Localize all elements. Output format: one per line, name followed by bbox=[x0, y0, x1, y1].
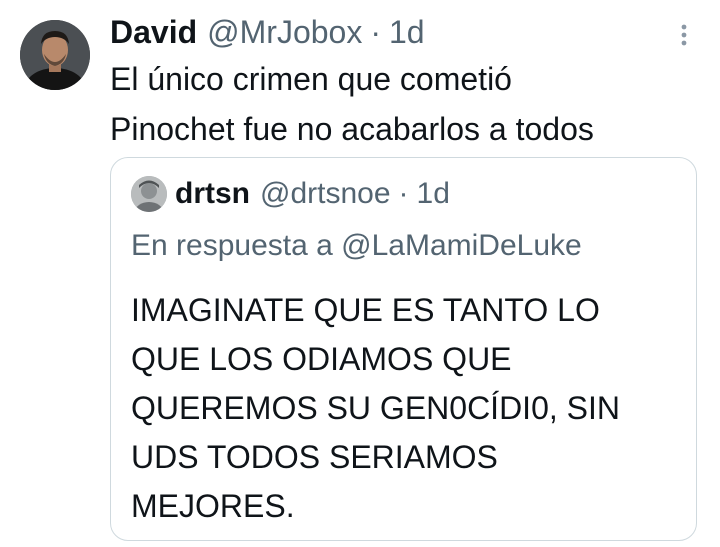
quoted-text-line: QUE LOS ODIAMOS QUE bbox=[131, 341, 512, 377]
avatar-photo-icon bbox=[20, 20, 90, 90]
quoted-header: drtsn @drtsnoe · 1d bbox=[175, 174, 450, 214]
quoted-text: IMAGINATE QUE ES TANTO LO QUE LOS ODIAMO… bbox=[131, 286, 681, 531]
tweet-header: David @MrJobox · 1d bbox=[110, 10, 425, 54]
quoted-text-line: QUEREMOS SU GEN0CÍDI0, SIN bbox=[131, 390, 620, 426]
separator-dot: · bbox=[370, 14, 381, 50]
quoted-avatar[interactable] bbox=[131, 176, 167, 212]
avatar[interactable] bbox=[20, 20, 90, 90]
quoted-timestamp[interactable]: 1d bbox=[417, 174, 450, 214]
tweet-text-line: El único crimen que cometió bbox=[110, 61, 512, 97]
quoted-avatar-photo-icon bbox=[131, 176, 167, 212]
quoted-text-line: IMAGINATE QUE ES TANTO LO bbox=[131, 292, 600, 328]
reply-mention[interactable]: @LaMamiDeLuke bbox=[341, 229, 582, 262]
quoted-author-name[interactable]: drtsn bbox=[175, 174, 250, 214]
author-handle[interactable]: @MrJobox bbox=[207, 10, 362, 54]
quoted-text-line: UDS TODOS SERIAMOS bbox=[131, 439, 498, 475]
quoted-tweet[interactable]: drtsn @drtsnoe · 1d En respuesta a @LaMa… bbox=[110, 157, 697, 541]
reply-context: En respuesta a @LaMamiDeLuke bbox=[131, 224, 582, 268]
more-vertical-icon[interactable] bbox=[672, 20, 696, 50]
tweet-card[interactable]: David @MrJobox · 1d El único crimen que … bbox=[0, 0, 720, 547]
timestamp[interactable]: 1d bbox=[389, 10, 425, 54]
quoted-separator-dot: · bbox=[398, 177, 409, 210]
author-name[interactable]: David bbox=[110, 10, 197, 54]
quoted-text-line: MEJORES. bbox=[131, 488, 295, 524]
quoted-author-handle[interactable]: @drtsnoe bbox=[260, 174, 391, 214]
reply-prefix: En respuesta a bbox=[131, 229, 333, 262]
tweet-text-line: Pinochet fue no acabarlos a todos bbox=[110, 111, 594, 147]
tweet-text: El único crimen que cometió Pinochet fue… bbox=[110, 54, 700, 154]
